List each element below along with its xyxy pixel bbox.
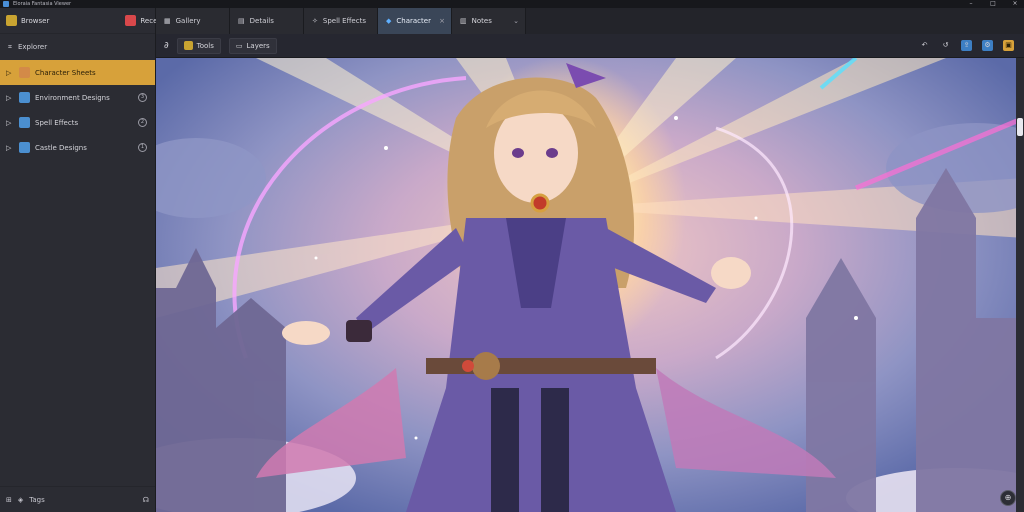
count-badge: 3 bbox=[138, 93, 147, 102]
toolbar: ∂ Tools ▭ Layers ↶ ↺ ⇪ ⚙ ▣ bbox=[156, 34, 1024, 58]
count-badge: 2 bbox=[138, 118, 147, 127]
window-controls: – □ × bbox=[966, 0, 1020, 8]
window-title: Eloraia Fantasia Viewer bbox=[13, 1, 72, 7]
tree-item-label: Character Sheets bbox=[35, 68, 96, 77]
character-icon bbox=[19, 67, 30, 78]
gallery-icon: ▦ bbox=[164, 17, 171, 25]
grid-icon[interactable]: ⊞ bbox=[6, 496, 12, 504]
tree-item-label: Spell Effects bbox=[35, 118, 79, 127]
tab-label: Notes bbox=[471, 17, 492, 25]
sidebar-tab-browser[interactable]: Browser bbox=[6, 15, 49, 26]
tree-item-spell-effects[interactable]: ▷ Spell Effects 2 bbox=[0, 110, 155, 135]
undo-icon[interactable]: ↶ bbox=[919, 40, 930, 51]
tree-item-castle-designs[interactable]: ▷ Castle Designs 1 bbox=[0, 135, 155, 160]
share-icon[interactable]: ⇪ bbox=[961, 40, 972, 51]
title-bar: Eloraia Fantasia Viewer – □ × bbox=[0, 0, 1024, 8]
layers-button[interactable]: ▭ Layers bbox=[228, 37, 277, 54]
tree-icon: ⌗ bbox=[8, 42, 12, 51]
sidebar-footer: ⊞ ◈ Tags ☊ bbox=[0, 486, 155, 512]
tab-label: Details bbox=[249, 17, 274, 25]
clock-icon bbox=[125, 15, 137, 26]
app-logo-icon bbox=[3, 1, 9, 7]
settings-icon[interactable]: ⚙ bbox=[982, 40, 993, 51]
tab-details[interactable]: ▤ Details bbox=[230, 8, 304, 34]
castle-icon bbox=[19, 142, 30, 153]
tag-icon: ◈ bbox=[17, 495, 24, 504]
sidebar: Browser Recent ⌗ Explorer ▷ Character Sh… bbox=[0, 8, 165, 512]
info-icon: ▤ bbox=[238, 17, 245, 25]
tab-character[interactable]: ◆ Character × bbox=[378, 8, 452, 34]
fit-view-icon[interactable]: ⊕ bbox=[1000, 490, 1016, 506]
chevron-down-icon[interactable]: ⌄ bbox=[513, 17, 519, 25]
explorer-title: Explorer bbox=[17, 43, 48, 51]
maximize-icon[interactable]: □ bbox=[988, 0, 998, 8]
tree-item-label: Environment Designs bbox=[35, 93, 110, 102]
close-icon[interactable]: × bbox=[1010, 0, 1020, 8]
link-icon[interactable]: ∂ bbox=[164, 41, 169, 51]
vertical-scrollbar[interactable] bbox=[1016, 58, 1024, 512]
count-badge: 1 bbox=[138, 143, 147, 152]
notes-icon: ▥ bbox=[460, 17, 467, 25]
tree-item-character-sheets[interactable]: ▷ Character Sheets bbox=[0, 60, 155, 85]
landscape-icon bbox=[19, 92, 30, 103]
chevron-right-icon[interactable]: ▷ bbox=[6, 144, 14, 152]
sidebar-tab-label: Browser bbox=[21, 16, 50, 25]
tags-button[interactable]: Tags bbox=[29, 496, 45, 504]
wrench-icon bbox=[183, 41, 193, 50]
close-tab-icon[interactable]: × bbox=[439, 17, 445, 25]
artwork-image bbox=[156, 58, 1024, 512]
tab-spell-effects[interactable]: ✧ Spell Effects bbox=[304, 8, 378, 34]
tree-item-environment-designs[interactable]: ▷ Environment Designs 3 bbox=[0, 85, 155, 110]
tree-item-label: Castle Designs bbox=[35, 143, 87, 152]
layers-label: Layers bbox=[246, 41, 270, 50]
tab-label: Gallery bbox=[175, 17, 201, 25]
explorer-header: ⌗ Explorer bbox=[0, 34, 155, 60]
tab-gallery[interactable]: ▦ Gallery bbox=[156, 8, 230, 34]
minimize-icon[interactable]: – bbox=[966, 0, 976, 8]
magic-icon bbox=[19, 117, 30, 128]
history-icon[interactable]: ↺ bbox=[940, 40, 951, 51]
chevron-right-icon[interactable]: ▷ bbox=[6, 94, 14, 102]
tab-bar: ▦ Gallery ▤ Details ✧ Spell Effects ◆ Ch… bbox=[156, 8, 1024, 34]
toolbar-actions: ↶ ↺ ⇪ ⚙ ▣ bbox=[919, 40, 1014, 51]
chevron-right-icon[interactable]: ▷ bbox=[6, 119, 14, 127]
scrollbar-thumb[interactable] bbox=[1017, 118, 1023, 136]
magic-icon: ✧ bbox=[312, 17, 318, 25]
artwork-canvas[interactable] bbox=[156, 58, 1024, 512]
tab-label: Spell Effects bbox=[322, 17, 366, 25]
layers-icon: ▭ bbox=[235, 41, 243, 50]
chevron-right-icon[interactable]: ▷ bbox=[6, 69, 14, 77]
folder-icon bbox=[6, 15, 17, 26]
tab-notes[interactable]: ▥ Notes ⌄ bbox=[452, 8, 526, 34]
tools-label: Tools bbox=[196, 41, 214, 50]
character-icon: ◆ bbox=[386, 17, 392, 25]
tools-button[interactable]: Tools bbox=[176, 37, 221, 54]
tab-label: Character bbox=[396, 17, 431, 25]
headphones-icon[interactable]: ☊ bbox=[143, 496, 149, 504]
lock-icon[interactable]: ▣ bbox=[1003, 40, 1014, 51]
sidebar-tabs: Browser Recent bbox=[0, 8, 165, 34]
